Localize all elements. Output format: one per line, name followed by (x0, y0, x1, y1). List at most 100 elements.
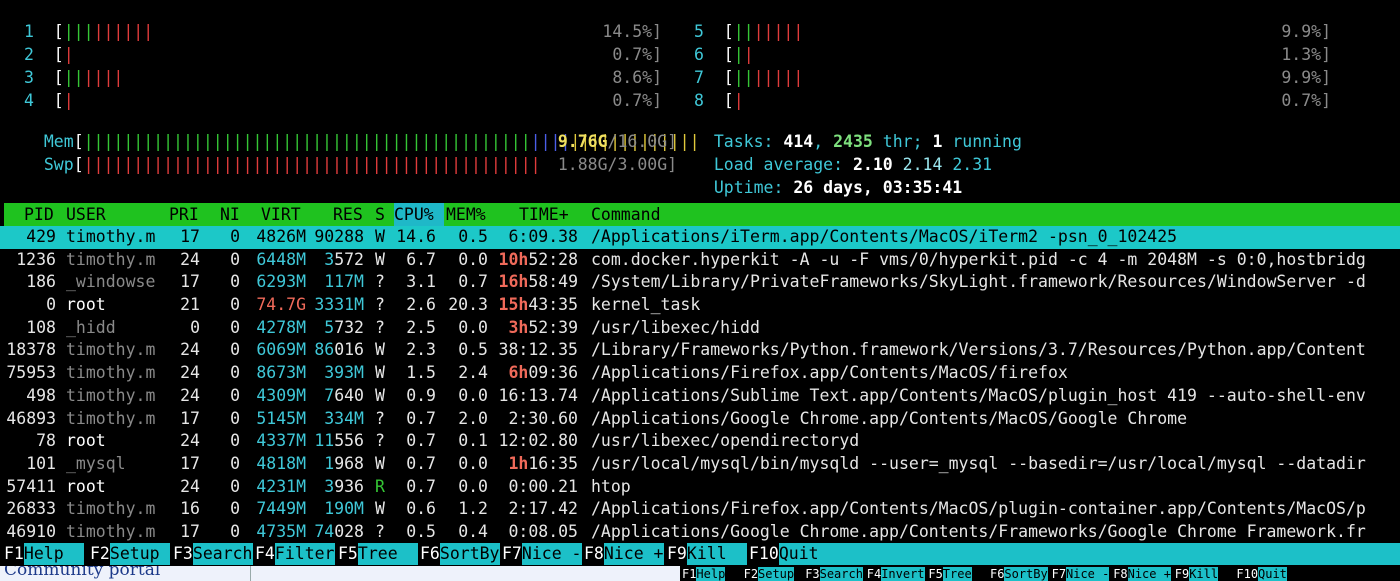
cell-ni: 0 (230, 385, 240, 405)
fkey2-f1[interactable]: F1 (682, 567, 696, 581)
cell-pid: 429 (26, 227, 56, 246)
col-command[interactable]: Command (591, 203, 661, 226)
cell-pri: 24 (180, 340, 200, 360)
fkey-label-filter[interactable]: Filter (274, 543, 335, 565)
fkey-label-tree[interactable]: Tree (357, 543, 418, 565)
fkey-label-nice[interactable]: Nice + (603, 543, 664, 565)
secondary-function-key-bar: F1 Help F2 Setup F3 Search F4 Invert F5 Tree F6 Sor… (680, 566, 1400, 581)
cpu-id: 2 (24, 45, 34, 64)
fkey2-f4[interactable]: F4 (867, 567, 881, 581)
fkey-f9[interactable]: F9 (667, 543, 687, 565)
cell-cpu: 2.3 (406, 340, 436, 360)
process-row[interactable]: 101 _mysql 17 0 4818M 1968 W 0.7 0.0/usr/local/m… (0, 453, 1400, 476)
cell-command: /usr/local/mysql/bin/mysqld --user=_mysq… (591, 453, 1366, 473)
fkey2-f10[interactable]: F10 (1236, 567, 1258, 581)
fkey-f1[interactable]: F1 (4, 543, 24, 565)
col-pri[interactable]: PRI (169, 203, 199, 226)
col-pid[interactable]: PID (24, 203, 54, 226)
fkey2-label[interactable]: Quit (1258, 567, 1287, 581)
cpu-meter-2: 2 [| (24, 45, 74, 64)
fkey-label-setup[interactable]: Setup (109, 543, 170, 565)
cell-time: 1h16:35 (508, 453, 578, 473)
cell-user: root (66, 476, 106, 496)
fkey2-f3[interactable]: F3 (805, 567, 819, 581)
fkey2-f5[interactable]: F5 (928, 567, 942, 581)
cell-time: 15h43:35 (498, 295, 578, 315)
process-row[interactable]: 0 root 21 0 74.7G 3331M? 2.6 20.3 kernel_task 15h… (0, 294, 1400, 317)
fkey2-label[interactable]: Kill (1189, 567, 1219, 581)
fkey-label-nice[interactable]: Nice - (521, 543, 582, 565)
fkey2-label[interactable]: Search (819, 567, 863, 581)
fkey-label-kill[interactable]: Kill (686, 543, 747, 565)
fkey-label-search[interactable]: Search (192, 543, 253, 565)
cell-virt: 4735M (256, 521, 306, 541)
cell-mem: 0.7 (458, 272, 488, 292)
community-portal-link[interactable]: Community portal (4, 566, 160, 580)
col-user[interactable]: USER (66, 203, 106, 226)
cell-res: 7640 (324, 385, 364, 405)
fkey2-label[interactable]: Nice + (1127, 567, 1171, 581)
process-row[interactable]: 78 root 24 0 4337M 11556? 0.7 0.1/usr/libexec/o… (0, 430, 1400, 453)
fkey2-f8[interactable]: F8 (1113, 567, 1127, 581)
process-row[interactable]: 75953 timothy.m 24 0 8673M 393M W 1.5 2.4/Applic… (0, 362, 1400, 385)
fkey2-f6[interactable]: F6 (990, 567, 1004, 581)
fkey2-label[interactable]: Nice - (1066, 567, 1110, 581)
fkey-label-sortby[interactable]: SortBy (439, 543, 500, 565)
fkey-f10[interactable]: F10 (749, 543, 779, 565)
process-row[interactable]: 46893 timothy.m 17 0 5145M 334M? 0.7 2.0/Applic… (0, 408, 1400, 431)
col-s[interactable]: S (375, 203, 385, 226)
cell-virt: 74.7G (256, 295, 306, 315)
cell-user: timothy.m (66, 499, 156, 519)
col-mem[interactable]: MEM% (446, 203, 486, 226)
fkey-f3[interactable]: F3 (173, 543, 193, 565)
process-row[interactable]: 57411 root 24 0 4231M 3936 R 0.7 0.0 htop 0:00.21 (0, 476, 1400, 499)
fkey-f8[interactable]: F8 (584, 543, 604, 565)
process-row[interactable]: 26833 timothy.m 16 0 7449M 190M W 0.6 1.2/Applic… (0, 498, 1400, 521)
cpu-percent-4: 0.7%] (612, 91, 662, 110)
col-res[interactable]: RES (333, 203, 363, 226)
col-ni[interactable]: NI (220, 203, 240, 226)
cell-s: W (375, 340, 385, 360)
cell-mem: 1.2 (458, 499, 488, 519)
fkey2-label[interactable]: Invert (881, 567, 925, 581)
cell-ni: 0 (230, 340, 240, 360)
cell-pid: 0 (46, 295, 56, 315)
fkey-f6[interactable]: F6 (420, 543, 440, 565)
fkey2-label[interactable]: Tree (942, 567, 972, 581)
cell-res: 5732 (324, 317, 364, 337)
process-row[interactable]: 498 timothy.m 24 0 4309M 7640 W 0.9 0.0/Applicat… (0, 385, 1400, 408)
cpu-percent-2: 0.7%] (612, 45, 662, 64)
cpu-meter-8: 8 [| (694, 91, 744, 110)
cell-user: root (66, 431, 106, 451)
fkey2-f2[interactable]: F2 (744, 567, 758, 581)
cell-cpu: 14.6 (396, 227, 436, 246)
col-time[interactable]: TIME+ (519, 203, 569, 226)
fkey2-f7[interactable]: F7 (1052, 567, 1066, 581)
process-row[interactable]: 108 _hidd 0 0 4278M 5732? 2.5 0.0/usr/libexec/h… (0, 317, 1400, 340)
cell-pid: 498 (26, 385, 56, 405)
cell-cpu: 0.7 (406, 453, 436, 473)
cell-pid: 75953 (6, 363, 56, 383)
col-cpu[interactable]: CPU% (394, 203, 444, 226)
cell-user: timothy.m (66, 227, 156, 246)
fkey2-label[interactable]: Help (696, 567, 726, 581)
fkey2-label[interactable]: Setup (758, 567, 795, 581)
process-row[interactable]: 18378 timothy.m 24 0 6069M 86016 W 2.3 0.5/Libra… (0, 339, 1400, 362)
cell-s: ? (375, 431, 385, 451)
fkey-f7[interactable]: F7 (502, 543, 522, 565)
fkey-label-help[interactable]: Help (23, 543, 84, 565)
process-row[interactable]: 1236 timothy.m 24 0 6448M 3572 W 6.7 0.0 com.dock… (0, 249, 1400, 272)
fkey2-f9[interactable]: F9 (1175, 567, 1189, 581)
process-row[interactable]: 186 _windowse 17 0 6293M 117M? 3.1 0.7/System/L… (0, 271, 1400, 294)
cpu-meter-6: 6 [|| (694, 45, 754, 64)
fkey-f5[interactable]: F5 (338, 543, 358, 565)
col-virt[interactable]: VIRT (261, 203, 301, 226)
fkey2-label[interactable]: SortBy (1004, 567, 1048, 581)
process-row[interactable]: 46910 timothy.m 17 0 4735M 74028? 0.5 0.4/Appli… (0, 521, 1400, 544)
cell-cpu: 2.6 (406, 295, 436, 315)
cell-virt: 4309M (256, 385, 306, 405)
fkey-label-quit[interactable]: Quit (778, 543, 1400, 565)
process-row-selected[interactable]: 429 timothy.m 17 0 4826M 90288 W 14.6 0.5/Applic… (0, 226, 1400, 249)
fkey-f2[interactable]: F2 (90, 543, 110, 565)
fkey-f4[interactable]: F4 (255, 543, 275, 565)
